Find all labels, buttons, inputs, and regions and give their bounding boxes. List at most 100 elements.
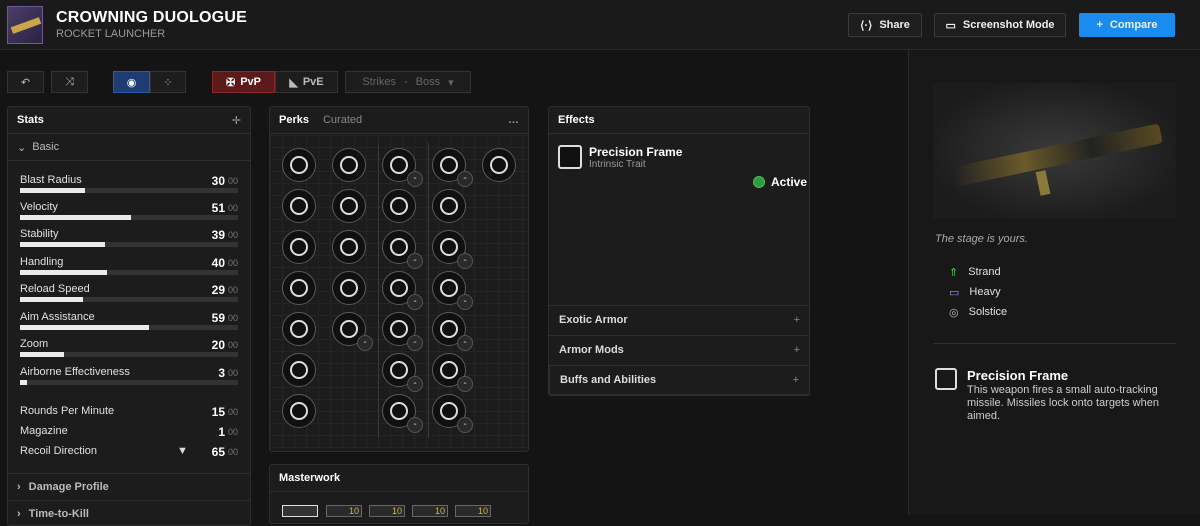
share-button[interactable]: ⟨·⟩ Share (848, 13, 922, 37)
perk-icon[interactable] (282, 271, 316, 305)
minus-icon[interactable]: - (407, 253, 423, 269)
perk-icon[interactable] (332, 148, 366, 182)
minus-icon[interactable]: - (407, 335, 423, 351)
pve-toggle[interactable]: ◣ PvE (275, 71, 338, 93)
exotic-armor-section[interactable]: Exotic Armor + (549, 305, 810, 334)
stat-bar-fill (20, 242, 106, 247)
trait-type: Intrinsic Trait (589, 159, 646, 170)
perk-glyph (390, 402, 408, 420)
perk-icon[interactable]: - (382, 353, 423, 392)
armor-mods-section[interactable]: Armor Mods + (549, 335, 810, 364)
more-menu-icon[interactable]: … (508, 114, 519, 126)
stat-bar (20, 270, 238, 275)
perk-icon[interactable] (482, 148, 516, 182)
stat-label: Reload Speed (20, 283, 90, 295)
compare-label: Compare (1109, 19, 1158, 31)
perk-glyph (340, 156, 358, 174)
perk-icon[interactable]: - (432, 312, 473, 351)
tag-label: Solstice (968, 306, 1008, 318)
randomize-button[interactable]: ⤨ (51, 71, 88, 93)
perk-icon[interactable] (282, 230, 316, 264)
pvp-toggle[interactable]: ✠ PvP (212, 71, 275, 93)
minus-icon[interactable]: - (457, 335, 473, 351)
minus-icon[interactable]: - (457, 253, 473, 269)
stat-value: 40 (211, 256, 225, 270)
perk-icon[interactable]: - (382, 312, 423, 351)
perk-icon[interactable]: - (382, 394, 423, 433)
stat-value: 51 (211, 201, 225, 215)
perk-icon[interactable]: - (432, 271, 473, 310)
damage-profile-toggle[interactable]: › Damage Profile (8, 473, 250, 499)
perk-glyph (340, 238, 358, 256)
perk-icon[interactable]: - (432, 353, 473, 392)
masterwork-option-selected[interactable] (282, 505, 318, 517)
perk-icon[interactable] (282, 394, 316, 428)
stat-row: Stability 39 00 (12, 228, 238, 254)
minus-icon[interactable]: - (407, 171, 423, 187)
perk-glyph (440, 402, 458, 420)
perk-icon[interactable] (382, 189, 416, 223)
perk-icon[interactable] (432, 189, 466, 223)
heavy-ammo-icon: ▭ (949, 287, 960, 299)
minus-icon[interactable]: - (357, 335, 373, 351)
screenshot-mode-button[interactable]: ▭ Screenshot Mode (934, 13, 1066, 37)
masterwork-option[interactable]: 10 (326, 505, 362, 517)
stat-value: 29 (211, 283, 225, 297)
basic-section-toggle[interactable]: ⌄ Basic (8, 134, 250, 161)
stat-suffix: 00 (227, 447, 238, 457)
compare-button[interactable]: + Compare (1079, 13, 1175, 37)
perk-icon[interactable]: - (432, 394, 473, 433)
activity-select[interactable]: Strikes - Boss ▾ (345, 71, 471, 93)
masterwork-option[interactable]: 10 (455, 505, 491, 517)
minus-icon[interactable]: - (457, 171, 473, 187)
weapon-type: ROCKET LAUNCHER (56, 28, 166, 40)
perk-glyph (390, 238, 408, 256)
perk-icon[interactable] (332, 271, 366, 305)
pvp-label: PvP (240, 76, 261, 88)
stat-row: Reload Speed 29 00 (12, 283, 238, 309)
minus-icon[interactable]: - (457, 376, 473, 392)
perk-icon[interactable] (282, 312, 316, 346)
minus-icon[interactable]: - (457, 294, 473, 310)
masterwork-option[interactable]: 10 (369, 505, 405, 517)
perk-icon[interactable]: - (382, 230, 423, 269)
stat-suffix: 00 (227, 258, 238, 268)
move-icon[interactable]: ✛ (232, 114, 241, 127)
tag-label: Strand (968, 266, 1001, 278)
screenshot-label: Screenshot Mode (962, 19, 1055, 31)
perks-header: Perks Curated … (270, 107, 528, 134)
perk-icon[interactable] (282, 353, 316, 387)
perk-icon[interactable]: - (432, 230, 473, 269)
minus-icon[interactable]: - (407, 376, 423, 392)
view-grid-button[interactable]: ⁘ (150, 71, 186, 93)
perk-icon[interactable]: - (382, 148, 423, 187)
minus-icon[interactable]: - (407, 294, 423, 310)
perk-icon[interactable]: - (432, 148, 473, 187)
perk-icon[interactable]: - (332, 312, 373, 351)
column-divider (378, 143, 379, 438)
ttk-toggle[interactable]: › Time-to-Kill (8, 500, 250, 526)
minus-icon[interactable]: - (407, 417, 423, 433)
stat-suffix: 00 (227, 285, 238, 295)
perk-icon[interactable]: - (382, 271, 423, 310)
perk-glyph (290, 197, 308, 215)
globe-icon: ◎ (949, 307, 959, 319)
tab-perks[interactable]: Perks (279, 114, 309, 126)
perk-icon[interactable] (332, 230, 366, 264)
stat-suffix: 00 (227, 230, 238, 240)
view-single-button[interactable]: ◉ (113, 71, 150, 93)
shuffle-icon: ⤨ (65, 75, 74, 88)
perk-icon[interactable] (332, 189, 366, 223)
plus-icon: + (793, 314, 800, 326)
masterwork-option[interactable]: 10 (412, 505, 448, 517)
active-indicator[interactable] (753, 176, 765, 188)
perk-icon[interactable] (282, 148, 316, 182)
buffs-abilities-section[interactable]: Buffs and Abilities + (549, 365, 810, 395)
perk-icon[interactable] (282, 189, 316, 223)
detail-sidebar: The stage is yours. ⇑ Strand ▭ Heavy ◎ Sols… (908, 50, 1200, 515)
minus-icon[interactable]: - (457, 417, 473, 433)
undo-button[interactable]: ↶ (7, 71, 44, 93)
stat-suffix: 00 (227, 203, 238, 213)
stat-bar (20, 352, 238, 357)
tab-curated[interactable]: Curated (323, 114, 362, 126)
